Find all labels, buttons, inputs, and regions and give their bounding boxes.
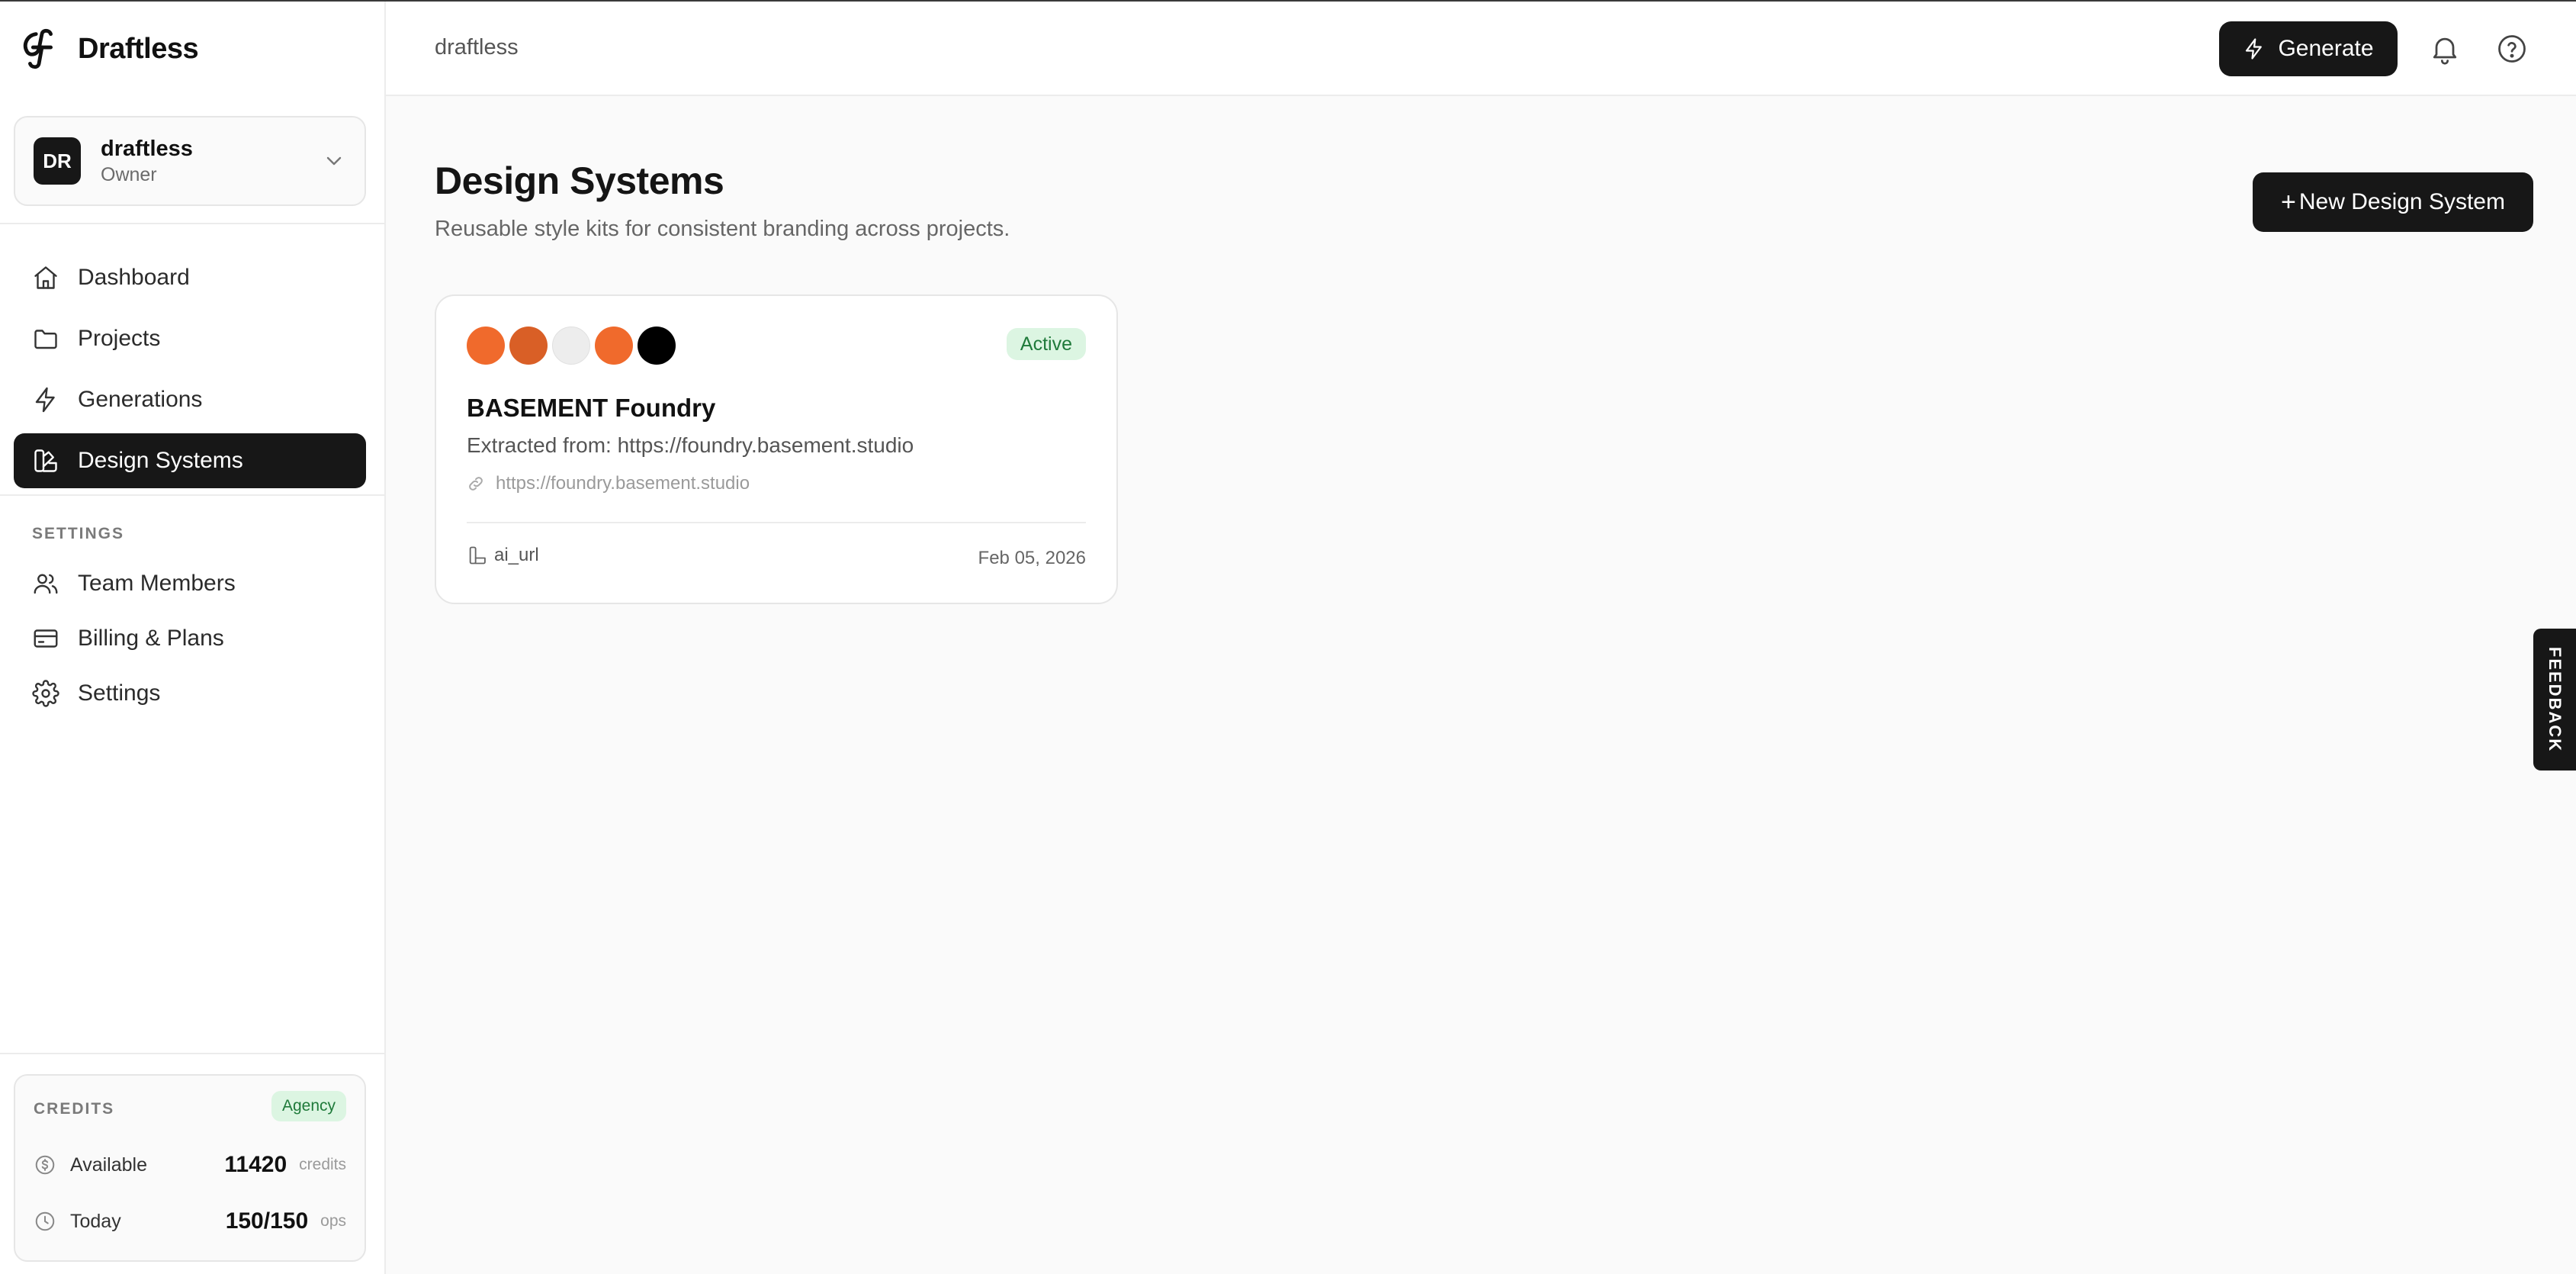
page-title: Design Systems [435, 159, 724, 202]
credits-title: CREDITS [34, 1100, 115, 1118]
help-circle-icon [2498, 35, 2526, 63]
settings-section-label: SETTINGS [32, 525, 125, 542]
color-swatch [638, 327, 676, 365]
divider [0, 494, 384, 496]
topbar: draftless Generate [386, 2, 2576, 96]
sidebar-item-team-members[interactable]: Team Members [14, 556, 366, 611]
bell-icon [2433, 37, 2457, 65]
folder-icon [34, 330, 57, 349]
card-url-text: https://foundry.basement.studio [496, 473, 750, 494]
credits-today-row: Today 150/150 ops [34, 1202, 346, 1240]
app-root: Draftless DR draftless Owner Dashboard P… [0, 0, 2576, 1274]
card-date: Feb 05, 2026 [978, 548, 1086, 568]
bolt-icon [2246, 38, 2263, 60]
sidebar: Draftless DR draftless Owner Dashboard P… [0, 2, 386, 1274]
credits-available-row: Available 11420 credits [34, 1146, 346, 1184]
notifications-button[interactable] [2428, 32, 2462, 66]
card-title: BASEMENT Foundry [467, 394, 716, 422]
credits-today-value: 150/150 [225, 1208, 309, 1234]
credits-available-value: 11420 [224, 1152, 287, 1177]
page-subtitle: Reusable style kits for consistent brand… [435, 217, 1010, 241]
workspace-info: draftless Owner [101, 135, 322, 187]
sidebar-item-label: Settings [78, 680, 161, 706]
clock-icon [35, 1211, 55, 1231]
sidebar-item-projects[interactable]: Projects [14, 311, 366, 366]
divider [0, 1053, 384, 1054]
draftless-logo-icon [23, 28, 53, 69]
new-design-system-label: New Design System [2298, 189, 2505, 214]
users-icon [34, 574, 58, 594]
divider [0, 223, 384, 224]
feedback-label: FEEDBACK [2545, 646, 2565, 753]
credits-panel: CREDITS Agency Available 11420 credits T… [14, 1074, 366, 1262]
palette-icon [34, 449, 57, 472]
credits-today-label: Today [70, 1210, 121, 1232]
sidebar-item-design-systems[interactable]: Design Systems [14, 433, 366, 488]
brand[interactable]: Draftless [17, 24, 199, 73]
app-name: Draftless [78, 32, 199, 65]
generate-button[interactable]: Generate [2219, 21, 2398, 76]
sidebar-item-settings[interactable]: Settings [14, 666, 366, 721]
credits-available-unit: credits [299, 1156, 346, 1173]
card-source-text: ai_url [494, 545, 539, 565]
bolt-icon [35, 387, 55, 413]
new-design-system-button[interactable]: + New Design System [2253, 172, 2533, 232]
sidebar-item-dashboard[interactable]: Dashboard [14, 250, 366, 305]
color-swatch [595, 327, 633, 365]
gear-icon [32, 680, 59, 707]
color-swatches [467, 327, 680, 365]
dollar-icon [35, 1155, 55, 1175]
design-system-card[interactable]: Active BASEMENT Foundry Extracted from: … [435, 294, 1118, 604]
workspace-role: Owner [101, 164, 157, 185]
main-nav: Dashboard Projects Generations Design Sy… [14, 250, 366, 494]
credits-available-label: Available [70, 1153, 148, 1176]
color-swatch [467, 327, 505, 365]
generate-button-label: Generate [2278, 36, 2374, 61]
card-divider [467, 522, 1086, 523]
swatch-book-icon [469, 546, 486, 565]
workspace-name: draftless [101, 137, 193, 161]
sidebar-item-billing[interactable]: Billing & Plans [14, 611, 366, 666]
card-description: Extracted from: https://foundry.basement… [467, 433, 914, 457]
card-source: ai_url [467, 545, 539, 566]
credit-card-icon [34, 629, 58, 648]
color-swatch [552, 327, 590, 365]
plus-icon: + [2281, 187, 2296, 217]
chevron-down-icon [326, 156, 342, 166]
sidebar-item-generations[interactable]: Generations [14, 372, 366, 427]
sidebar-item-label: Dashboard [78, 265, 190, 290]
sidebar-item-label: Generations [78, 387, 203, 412]
breadcrumb[interactable]: draftless [435, 35, 519, 60]
help-button[interactable] [2495, 32, 2529, 66]
plan-badge: Agency [271, 1091, 346, 1121]
settings-nav: Team Members Billing & Plans Settings [14, 556, 366, 721]
avatar: DR [34, 137, 81, 185]
link-icon [469, 477, 483, 491]
home-icon [34, 266, 57, 289]
card-url[interactable]: https://foundry.basement.studio [467, 473, 750, 494]
sidebar-item-label: Design Systems [78, 448, 243, 473]
color-swatch [509, 327, 548, 365]
sidebar-item-label: Team Members [78, 571, 236, 596]
workspace-switcher[interactable]: DR draftless Owner [14, 116, 366, 206]
sidebar-item-label: Projects [78, 326, 161, 351]
status-badge: Active [1006, 328, 1086, 360]
sidebar-item-label: Billing & Plans [78, 626, 224, 651]
feedback-tab[interactable]: FEEDBACK [2533, 629, 2576, 771]
credits-today-unit: ops [320, 1212, 346, 1230]
